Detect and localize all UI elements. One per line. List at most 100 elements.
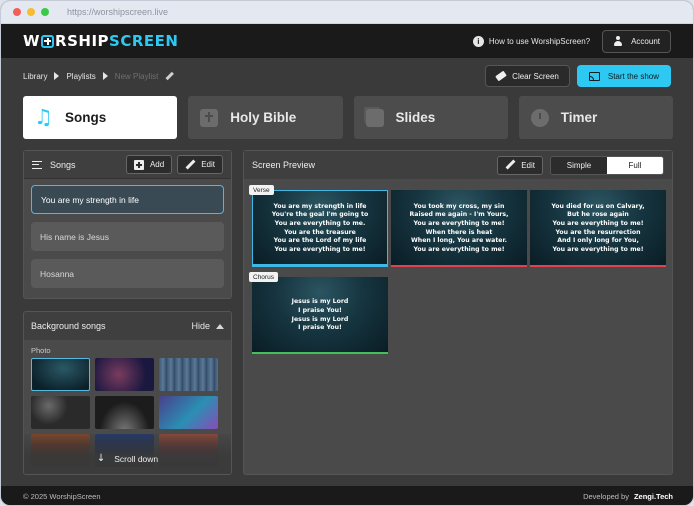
copyright-text: © 2025 WorshipScreen	[23, 492, 101, 501]
browser-chrome: https://worshipscreen.live	[1, 1, 693, 24]
background-thumbnail[interactable]	[31, 358, 90, 391]
chevron-right-icon	[102, 72, 108, 80]
scroll-down-button[interactable]: ↓ Scroll down	[24, 434, 231, 474]
tab-label: Slides	[395, 110, 436, 125]
slide-preview[interactable]: You took my cross, my sin Raised me again…	[391, 190, 527, 267]
slide-lyric-line: I praise You!	[298, 306, 342, 314]
slide-preview[interactable]: You died for us on Calvary, But he rose a…	[530, 190, 666, 267]
logo-text-prefix: W	[23, 32, 41, 50]
add-label: Add	[149, 160, 165, 169]
tab-holy-bible[interactable]: Holy Bible	[188, 96, 343, 139]
photo-section-label: Photo	[31, 346, 51, 355]
clear-screen-button[interactable]: Clear Screen	[485, 65, 570, 87]
breadcrumb-playlist-name[interactable]: New Playlist	[115, 72, 159, 81]
account-label: Account	[631, 36, 660, 46]
slide-section-color-bar	[530, 265, 666, 267]
song-item[interactable]: You are my strength in life	[31, 185, 224, 214]
songs-panel-header: Songs Add Edit	[24, 151, 231, 179]
minimize-window-icon[interactable]	[27, 8, 35, 16]
slide-section-color-bar	[391, 265, 527, 267]
start-show-button[interactable]: Start the show	[576, 65, 671, 87]
screen-preview-title: Screen Preview	[252, 160, 316, 170]
hide-background-toggle[interactable]: Hide	[191, 321, 224, 331]
slides-icon	[365, 108, 384, 127]
chevron-right-icon	[54, 72, 60, 80]
screen-preview-header: Screen Preview Edit Simple Full	[244, 151, 672, 179]
pencil-icon	[185, 160, 195, 170]
chevron-up-icon	[216, 323, 224, 329]
clear-screen-label: Clear Screen	[512, 71, 559, 81]
mode-full-button[interactable]: Full	[607, 156, 663, 174]
tab-label: Songs	[65, 110, 107, 125]
close-window-icon[interactable]	[13, 8, 21, 16]
app-logo[interactable]: W RSHIP SCREEN	[23, 32, 178, 50]
verse-tag: Verse	[249, 185, 274, 195]
info-icon: i	[472, 35, 484, 47]
slide-lyric-line: I praise You!	[298, 324, 342, 332]
song-item[interactable]: Hosanna	[31, 259, 224, 288]
songs-panel-title: Songs	[50, 159, 76, 170]
slide-lyric-line: When there is heat	[425, 228, 493, 236]
hide-label: Hide	[191, 321, 210, 331]
slide-lyric-line: You are everything to me!	[552, 245, 644, 253]
cast-icon	[588, 71, 600, 81]
address-bar[interactable]: https://worshipscreen.live	[67, 7, 168, 17]
slide-lyric-line: You are my strength in life	[273, 202, 367, 210]
maximize-window-icon[interactable]	[41, 8, 49, 16]
breadcrumb-playlists[interactable]: Playlists	[66, 72, 95, 81]
background-panel: Background songs Hide Photo ↓ Scroll dow…	[23, 311, 232, 475]
song-item[interactable]: His name is Jesus	[31, 222, 224, 251]
developed-by-label: Developed by	[583, 492, 629, 501]
rename-pencil-icon[interactable]	[164, 70, 175, 81]
slide-lyric-line: You are everything to me!	[413, 219, 505, 227]
help-link[interactable]: i How to use WorshipScreen?	[472, 35, 591, 47]
eraser-icon	[495, 70, 507, 82]
pencil-icon	[505, 160, 515, 170]
chorus-tag: Chorus	[249, 272, 278, 282]
scroll-down-label: Scroll down	[114, 454, 159, 464]
tab-label: Holy Bible	[230, 110, 297, 125]
bible-icon	[200, 108, 219, 127]
toolbar: Library Playlists New Playlist Clear Scr…	[1, 58, 693, 94]
mode-simple-button[interactable]: Simple	[551, 156, 607, 174]
developer-link[interactable]: Zengi.Tech	[634, 492, 673, 501]
tab-timer[interactable]: Timer	[518, 96, 673, 139]
slide-lyric-line: Raised me again - I'm Yours,	[409, 211, 509, 219]
background-thumbnail[interactable]	[95, 396, 154, 429]
logo-cross-icon	[41, 34, 55, 48]
account-button[interactable]: Account	[602, 29, 671, 53]
browser-window: https://worshipscreen.live W RSHIP SCREE…	[0, 0, 694, 506]
tab-slides[interactable]: Slides	[353, 96, 508, 139]
breadcrumb-library[interactable]: Library	[23, 72, 47, 81]
background-thumbnail[interactable]	[159, 396, 218, 429]
arrow-down-icon: ↓	[96, 453, 106, 464]
background-thumbnail[interactable]	[31, 396, 90, 429]
slide-lyric-line: And I only long for You,	[557, 237, 639, 245]
tab-label: Timer	[560, 110, 598, 125]
slide-lyric-line: But he rose again	[567, 211, 629, 219]
tab-songs[interactable]: Songs	[23, 96, 178, 139]
background-panel-header: Background songs Hide	[24, 312, 231, 340]
plus-icon	[133, 159, 144, 170]
slide-preview[interactable]: Jesus is my Lord I praise You! Jesus is my…	[252, 277, 388, 354]
edit-song-button[interactable]: Edit	[177, 155, 223, 174]
slide-preview[interactable]: You are my strength in life You're the go…	[252, 190, 388, 267]
slide-lyric-line: You're the goal I'm going to	[271, 211, 369, 219]
app-header: W RSHIP SCREEN i How to use WorshipScree…	[1, 24, 693, 58]
edit-label: Edit	[521, 160, 535, 170]
slide-lyric-line: You are everything to me!	[552, 219, 644, 227]
edit-preview-button[interactable]: Edit	[497, 155, 543, 175]
list-menu-icon[interactable]	[32, 160, 42, 169]
mode-tabs: Songs Holy Bible Slides Timer	[23, 96, 673, 139]
slide-lyric-line: You took my cross, my sin	[413, 202, 505, 210]
app-footer: © 2025 WorshipScreen Developed by Zengi.…	[1, 486, 693, 505]
breadcrumb: Library Playlists New Playlist	[23, 72, 173, 81]
slide-lyric-line: You are the Lord of my life	[273, 237, 367, 245]
help-label: How to use WorshipScreen?	[488, 36, 591, 46]
slide-lyric-line: Jesus is my Lord	[291, 298, 349, 306]
background-thumbnail[interactable]	[159, 358, 218, 391]
user-icon	[613, 36, 623, 46]
add-song-button[interactable]: Add	[125, 155, 173, 174]
background-thumbnail[interactable]	[95, 358, 154, 391]
logo-text-main: RSHIP	[55, 32, 110, 50]
